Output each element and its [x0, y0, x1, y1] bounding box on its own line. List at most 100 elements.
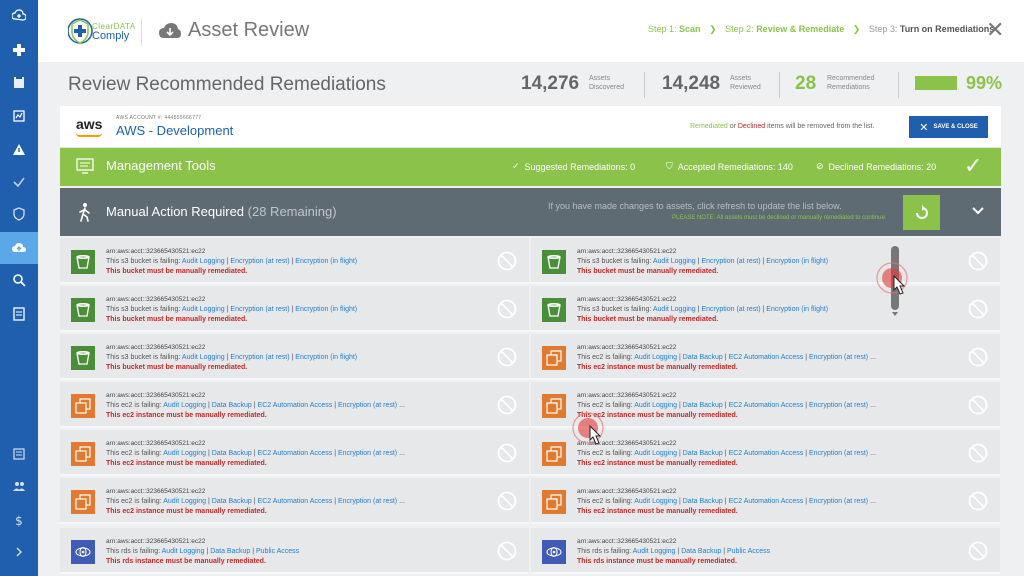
failing-check-link[interactable]: Encryption (at rest) — [701, 306, 760, 313]
failing-check-link[interactable]: Encryption (in flight) — [766, 306, 828, 313]
sidebar-item-cloud-upload[interactable] — [0, 232, 38, 264]
failing-check-link[interactable]: Data Backup — [212, 450, 252, 457]
decline-icon[interactable] — [968, 395, 988, 415]
list-item[interactable]: arn:aws:acct::323665430521:ec22 This rds … — [60, 528, 529, 574]
failing-check-link[interactable]: Encryption (at rest) — [809, 498, 868, 505]
failing-check-link[interactable]: Audit Logging — [634, 402, 677, 409]
failing-check-link[interactable]: Audit Logging — [634, 354, 677, 361]
sidebar-item-check[interactable] — [0, 166, 38, 198]
failing-check-link[interactable]: Data Backup — [681, 548, 721, 555]
list-item[interactable]: arn:aws:acct::323665430521:ec22 This s3 b… — [531, 238, 1000, 284]
failing-check-link[interactable]: Encryption (in flight) — [295, 354, 357, 361]
sidebar-item-document[interactable] — [0, 298, 38, 330]
list-item[interactable]: arn:aws:acct::323665430521:ec22 This ec2 … — [531, 334, 1000, 380]
failing-check-link[interactable]: Data Backup — [210, 548, 250, 555]
sidebar-item-users[interactable] — [0, 470, 38, 502]
sidebar-item-medical-cross[interactable] — [0, 34, 38, 66]
failing-check-link[interactable]: EC2 Automation Access — [729, 402, 804, 409]
decline-icon[interactable] — [497, 347, 517, 367]
failing-check-link[interactable]: Audit Logging — [182, 306, 225, 313]
failing-check-link[interactable]: Audit Logging — [633, 548, 676, 555]
management-tools-bar[interactable]: Management Tools ✓ Suggested Remediations… — [60, 148, 1001, 186]
failing-check-link[interactable]: EC2 Automation Access — [729, 498, 804, 505]
decline-icon[interactable] — [968, 251, 988, 271]
list-item[interactable]: arn:aws:acct::323665430521:ec22 This rds … — [531, 528, 1000, 574]
failing-check-link[interactable]: Encryption (at rest) — [230, 258, 289, 265]
failing-check-link[interactable]: Audit Logging — [163, 450, 206, 457]
step-1-label[interactable]: Scan — [679, 24, 701, 34]
failing-check-link[interactable]: Data Backup — [683, 354, 723, 361]
decline-icon[interactable] — [497, 251, 517, 271]
save-close-button[interactable]: ✕ SAVE & CLOSE — [909, 116, 988, 138]
sidebar-item-list[interactable] — [0, 438, 38, 470]
close-icon[interactable]: ✕ — [986, 19, 1004, 41]
failing-check-link[interactable]: EC2 Automation Access — [729, 450, 804, 457]
decline-icon[interactable] — [968, 347, 988, 367]
decline-icon[interactable] — [968, 299, 988, 319]
failing-check-link[interactable]: Encryption (in flight) — [766, 258, 828, 265]
decline-icon[interactable] — [497, 395, 517, 415]
sidebar-item-shield[interactable] — [0, 198, 38, 230]
list-item[interactable]: arn:aws:acct::323665430521:ec22 This s3 b… — [60, 334, 529, 380]
failing-check-link[interactable]: Audit Logging — [634, 498, 677, 505]
decline-icon[interactable] — [497, 491, 517, 511]
list-item[interactable]: arn:aws:acct::323665430521:ec22 This ec2 … — [531, 478, 1000, 524]
decline-icon[interactable] — [968, 443, 988, 463]
failing-check-link[interactable]: Public Access — [256, 548, 299, 555]
sidebar-item-cloud-shield[interactable] — [0, 0, 38, 32]
header-divider — [141, 18, 142, 46]
failing-check-link[interactable]: Encryption (at rest) — [809, 354, 868, 361]
failing-check-link[interactable]: Data Backup — [683, 450, 723, 457]
failing-check-link[interactable]: Encryption (at rest) — [809, 402, 868, 409]
failing-check-link[interactable]: Audit Logging — [634, 450, 677, 457]
failing-check-link[interactable]: Encryption (in flight) — [295, 258, 357, 265]
step-3-label[interactable]: Turn on Remediations — [900, 24, 994, 34]
check-icon[interactable]: ✓ — [964, 155, 982, 177]
sidebar-item-dollar[interactable]: $ — [0, 504, 38, 536]
decline-icon[interactable] — [497, 299, 517, 319]
sidebar-item-alert[interactable] — [0, 134, 38, 166]
list-item[interactable]: arn:aws:acct::323665430521:ec22 This s3 b… — [60, 238, 529, 284]
list-item[interactable]: arn:aws:acct::323665430521:ec22 This s3 b… — [60, 286, 529, 332]
failing-check-link[interactable]: EC2 Automation Access — [258, 402, 333, 409]
failing-check-link[interactable]: Audit Logging — [182, 354, 225, 361]
sidebar-item-report[interactable] — [0, 100, 38, 132]
failing-check-link[interactable]: Encryption (at rest) — [230, 354, 289, 361]
failing-check-link[interactable]: Audit Logging — [653, 306, 696, 313]
failing-check-link[interactable]: Data Backup — [212, 402, 252, 409]
decline-icon[interactable] — [968, 541, 988, 561]
failing-check-link[interactable]: Data Backup — [212, 498, 252, 505]
failing-check-link[interactable]: Encryption (at rest) — [338, 402, 397, 409]
failing-check-link[interactable]: Data Backup — [683, 498, 723, 505]
failing-check-link[interactable]: Audit Logging — [162, 548, 205, 555]
decline-icon[interactable] — [968, 491, 988, 511]
failing-check-link[interactable]: Audit Logging — [163, 498, 206, 505]
failing-check-link[interactable]: Encryption (at rest) — [701, 258, 760, 265]
failing-check-link[interactable]: Encryption (at rest) — [338, 498, 397, 505]
list-item[interactable]: arn:aws:acct::323665430521:ec22 This ec2 … — [60, 478, 529, 524]
step-2-label[interactable]: Review & Remediate — [756, 24, 844, 34]
failing-check-link[interactable]: EC2 Automation Access — [729, 354, 804, 361]
chevron-down-icon[interactable] — [970, 203, 986, 219]
list-item[interactable]: arn:aws:acct::323665430521:ec22 This ec2 … — [60, 430, 529, 476]
decline-icon[interactable] — [497, 443, 517, 463]
refresh-button[interactable] — [903, 195, 940, 230]
failing-check-link[interactable]: Audit Logging — [182, 258, 225, 265]
failing-check-link[interactable]: Audit Logging — [163, 402, 206, 409]
sidebar-item-search[interactable] — [0, 264, 38, 296]
list-item[interactable]: arn:aws:acct::323665430521:ec22 This s3 b… — [531, 286, 1000, 332]
failing-check-link[interactable]: Audit Logging — [653, 258, 696, 265]
failing-check-link[interactable]: Encryption (at rest) — [338, 450, 397, 457]
failing-check-link[interactable]: Public Access — [727, 548, 770, 555]
failing-check-link[interactable]: Encryption (at rest) — [809, 450, 868, 457]
decline-icon[interactable] — [497, 541, 517, 561]
failing-check-link[interactable]: EC2 Automation Access — [258, 450, 333, 457]
failing-check-link[interactable]: EC2 Automation Access — [258, 498, 333, 505]
list-item[interactable]: arn:aws:acct::323665430521:ec22 This ec2 … — [60, 382, 529, 428]
failing-check-link[interactable]: Encryption (in flight) — [295, 306, 357, 313]
asset-arn: arn:aws:acct::323665430521:ec22 — [106, 296, 206, 303]
sidebar-item-clipboard[interactable] — [0, 66, 38, 98]
failing-check-link[interactable]: Encryption (at rest) — [230, 306, 289, 313]
sidebar-item-chevron-right[interactable] — [0, 536, 38, 568]
failing-check-link[interactable]: Data Backup — [683, 402, 723, 409]
